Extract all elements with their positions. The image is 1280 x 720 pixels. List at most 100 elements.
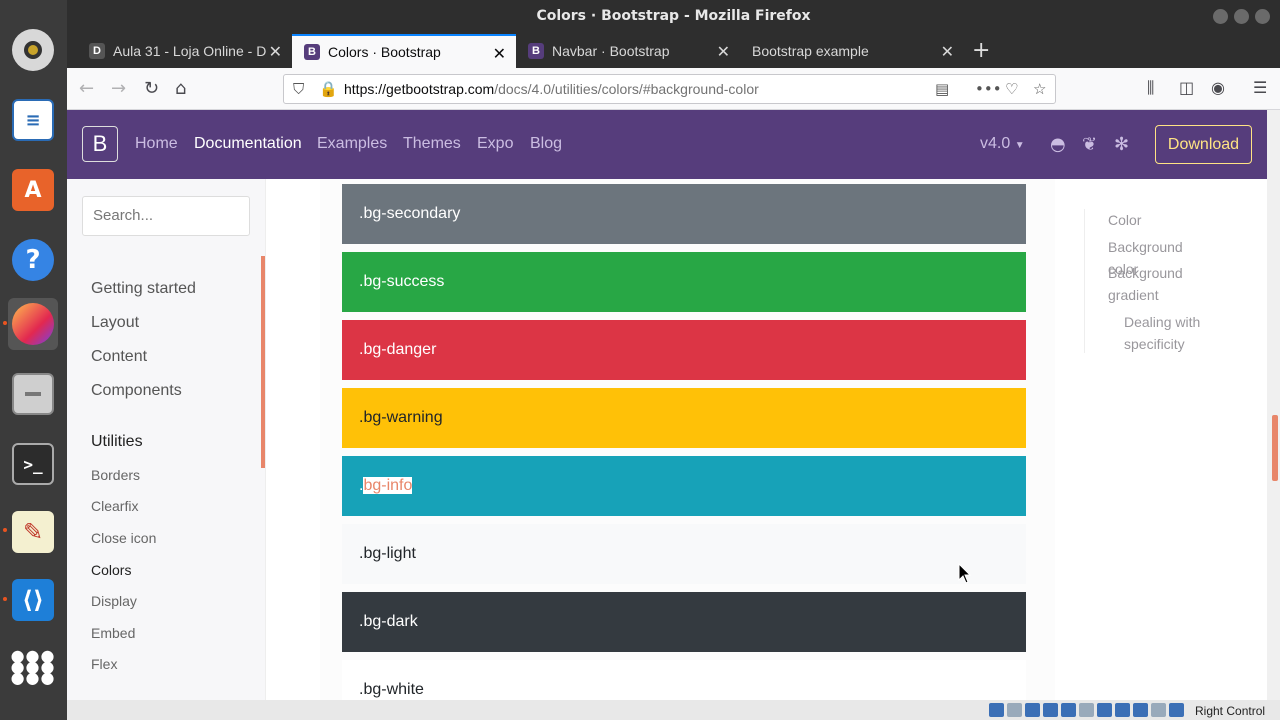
swatch-bg-success: .bg-success: [342, 252, 1026, 312]
close-tab-icon[interactable]: ✕: [941, 42, 954, 62]
nav-link-blog[interactable]: Blog: [530, 135, 562, 153]
tab-navbar-bootstrap[interactable]: B Navbar · Bootstrap ✕: [516, 34, 740, 68]
sidebar-subitem-clearfix[interactable]: Clearfix: [91, 498, 138, 514]
download-button[interactable]: Download: [1155, 125, 1252, 164]
github-icon[interactable]: ◓: [1050, 134, 1066, 155]
network-icon[interactable]: [1043, 703, 1058, 717]
back-arrow-icon[interactable]: ←: [79, 78, 94, 99]
sidebar-item-utilities[interactable]: Utilities: [91, 433, 143, 451]
hamburger-menu-icon[interactable]: ☰: [1253, 78, 1267, 97]
library-icon[interactable]: ⫼: [1147, 78, 1154, 98]
files-launcher[interactable]: [8, 368, 58, 420]
tab-label: Bootstrap example: [752, 43, 869, 59]
toc-item-background-gradient[interactable]: Background gradient: [1108, 262, 1228, 306]
more-actions-icon[interactable]: •••: [975, 80, 1002, 98]
toc-item-color[interactable]: Color: [1108, 209, 1141, 231]
show-applications-button[interactable]: ●●● ●●● ●●●: [8, 640, 58, 692]
search-input[interactable]: Search...: [82, 196, 250, 236]
home-icon[interactable]: ⌂: [175, 78, 186, 99]
text-editor-launcher[interactable]: ✎: [8, 506, 58, 558]
terminal-icon: >_: [12, 443, 54, 485]
reader-view-icon[interactable]: ▤: [935, 80, 949, 98]
nav-link-home[interactable]: Home: [135, 135, 178, 153]
host-key-label: Right Control: [1195, 704, 1266, 718]
nav-link-expo[interactable]: Expo: [477, 135, 513, 153]
shared-folder-icon[interactable]: [1079, 703, 1094, 717]
close-tab-icon[interactable]: ✕: [269, 42, 282, 62]
help-launcher[interactable]: ?: [8, 234, 58, 286]
sidebar-scroll-accent: [261, 256, 265, 468]
sidebar-subitem-close-icon[interactable]: Close icon: [91, 530, 156, 546]
terminal-launcher[interactable]: >_: [8, 438, 58, 490]
tab-label: Aula 31 - Loja Online - D: [113, 43, 267, 59]
sidebar-subitem-display[interactable]: Display: [91, 593, 137, 609]
new-tab-button[interactable]: +: [972, 38, 990, 63]
page-scrollbar[interactable]: [1267, 110, 1280, 700]
sidebar-item-getting-started[interactable]: Getting started: [91, 280, 196, 298]
swatch-label: .bg-warning: [359, 409, 443, 426]
account-icon[interactable]: ◉: [1211, 78, 1225, 97]
document-icon: ≡: [12, 99, 54, 141]
reload-icon[interactable]: ↻: [144, 78, 159, 99]
help-icon: ?: [12, 239, 54, 281]
sidebar-subitem-colors[interactable]: Colors: [91, 562, 131, 578]
close-tab-icon[interactable]: ✕: [717, 42, 730, 62]
vscode-launcher[interactable]: ⟨⟩: [8, 574, 58, 626]
bootstrap-logo[interactable]: B: [82, 126, 118, 162]
docs-sidebar: Search... Getting started Layout Content…: [67, 179, 266, 700]
shield-icon[interactable]: ⛉: [293, 80, 304, 98]
tab-label: Navbar · Bootstrap: [552, 43, 670, 59]
tab-bootstrap-example[interactable]: Bootstrap example ✕: [740, 34, 964, 68]
keyboard-arrow-icon[interactable]: [1169, 703, 1184, 717]
window-titlebar: Colors · Bootstrap - Mozilla Firefox: [67, 0, 1280, 34]
tab-favicon-icon: D: [89, 43, 105, 59]
toc-item-dealing-with-specificity[interactable]: Dealing with specificity: [1124, 311, 1224, 355]
scrollbar-thumb[interactable]: [1272, 415, 1278, 481]
cpu-icon[interactable]: [1133, 703, 1148, 717]
url-text[interactable]: https://getbootstrap.com/docs/4.0/utilit…: [344, 81, 759, 97]
sidebar-item-components[interactable]: Components: [91, 382, 182, 400]
display-icon[interactable]: [1097, 703, 1112, 717]
url-bar[interactable]: ⛉ 🔒 https://getbootstrap.com/docs/4.0/ut…: [283, 74, 1056, 104]
firefox-launcher[interactable]: [8, 298, 58, 350]
version-label: v4.0: [980, 135, 1011, 152]
sidebar-item-layout[interactable]: Layout: [91, 314, 139, 332]
swatch-bg-secondary: .bg-secondary: [342, 184, 1026, 244]
sidebar-subitem-embed[interactable]: Embed: [91, 625, 135, 641]
nav-link-themes[interactable]: Themes: [403, 135, 461, 153]
swatch-bg-danger: .bg-danger: [342, 320, 1026, 380]
tab-aula[interactable]: D Aula 31 - Loja Online - D ✕: [77, 34, 292, 68]
nav-link-examples[interactable]: Examples: [317, 135, 387, 153]
lock-icon[interactable]: 🔒: [319, 80, 338, 98]
sidebar-subitem-borders[interactable]: Borders: [91, 467, 140, 483]
mouse-integration-icon[interactable]: [1151, 703, 1166, 717]
rhythmbox-launcher[interactable]: [8, 24, 58, 76]
swatch-bg-dark: .bg-dark: [342, 592, 1026, 652]
recording-icon[interactable]: [1115, 703, 1130, 717]
nav-link-documentation[interactable]: Documentation: [194, 135, 302, 153]
pocket-icon[interactable]: ♡: [1005, 80, 1018, 98]
version-dropdown[interactable]: v4.0 ▼: [980, 135, 1025, 153]
sidebar-subitem-flex[interactable]: Flex: [91, 656, 117, 672]
bootstrap-favicon-icon: B: [304, 44, 320, 60]
audio-icon[interactable]: [1025, 703, 1040, 717]
caret-down-icon: ▼: [1014, 140, 1025, 151]
sidebar-toggle-icon[interactable]: ◫: [1179, 78, 1194, 97]
close-tab-icon[interactable]: ✕: [493, 44, 506, 64]
minimize-button[interactable]: [1213, 9, 1228, 24]
sidebar-item-content[interactable]: Content: [91, 348, 147, 366]
optical-drive-icon[interactable]: [1007, 703, 1022, 717]
tab-colors-bootstrap[interactable]: B Colors · Bootstrap ✕: [292, 34, 516, 68]
harddisk-icon[interactable]: [989, 703, 1004, 717]
window-title: Colors · Bootstrap - Mozilla Firefox: [536, 8, 811, 24]
twitter-icon[interactable]: ❦: [1082, 134, 1097, 155]
maximize-button[interactable]: [1234, 9, 1249, 24]
slack-icon[interactable]: ✻: [1114, 134, 1129, 155]
bookmark-star-icon[interactable]: ☆: [1033, 80, 1046, 98]
writer-launcher[interactable]: ≡: [8, 94, 58, 146]
forward-arrow-icon[interactable]: →: [111, 78, 126, 99]
tab-strip: D Aula 31 - Loja Online - D ✕ B Colors ·…: [67, 34, 1280, 68]
usb-icon[interactable]: [1061, 703, 1076, 717]
close-window-button[interactable]: [1255, 9, 1270, 24]
software-center-launcher[interactable]: A: [8, 164, 58, 216]
